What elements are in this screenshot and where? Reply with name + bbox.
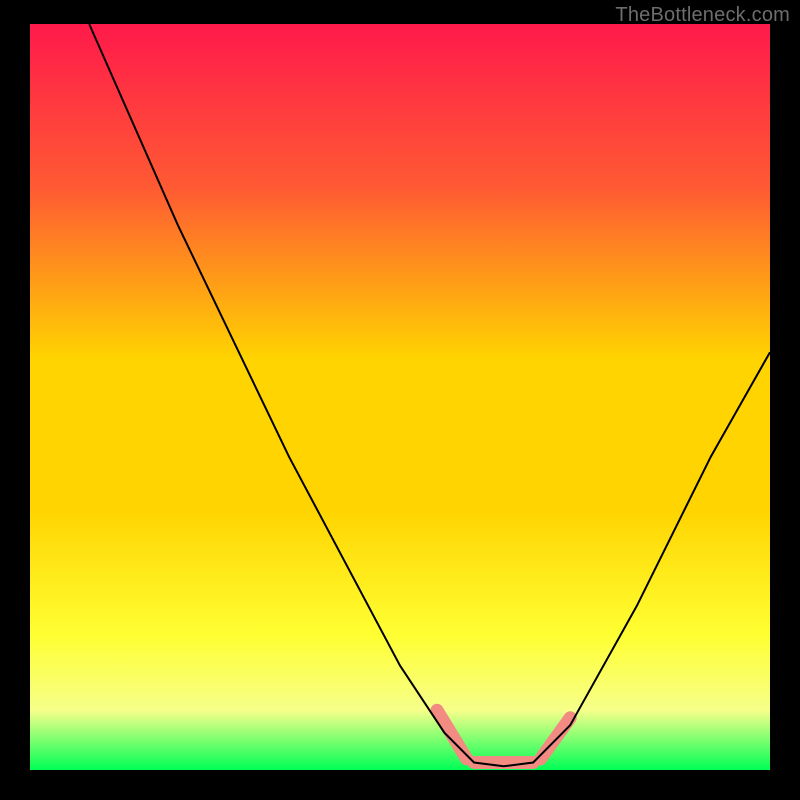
gradient-background [30, 24, 770, 770]
watermark-text: TheBottleneck.com [615, 4, 790, 27]
chart-svg [30, 24, 770, 770]
plot-area [30, 24, 770, 770]
chart-frame: TheBottleneck.com [0, 0, 800, 800]
